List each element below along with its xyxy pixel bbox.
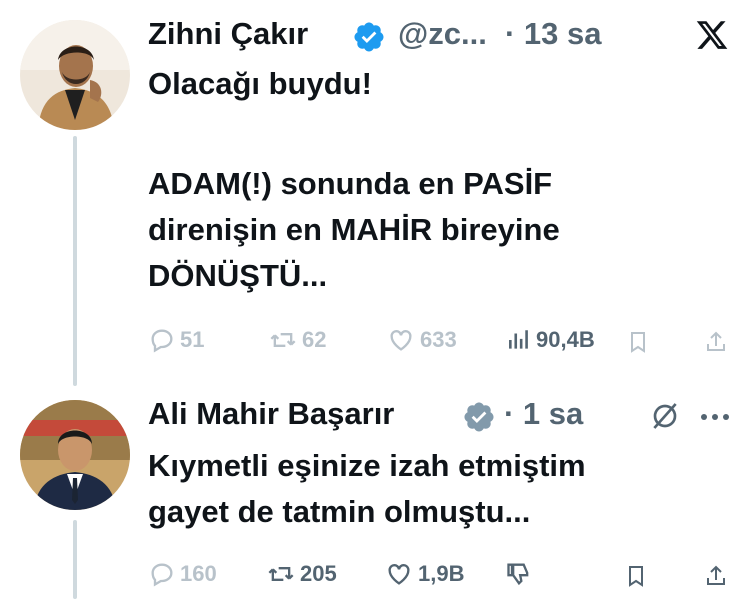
share-icon[interactable]	[704, 562, 728, 595]
author-handle[interactable]: @zc...	[398, 16, 487, 52]
grok-icon[interactable]	[648, 400, 682, 437]
views-button[interactable]: 90,4B	[506, 326, 595, 354]
avatar-zihni[interactable]	[20, 20, 130, 130]
tweet-time[interactable]: · 1 sa	[504, 396, 583, 432]
dislike-icon[interactable]	[504, 560, 534, 593]
verified-badge-icon	[352, 20, 386, 54]
heart-icon	[390, 330, 412, 351]
retweet-icon	[268, 567, 294, 581]
retweet-button[interactable]: 205	[266, 560, 337, 588]
heart-icon	[388, 564, 410, 585]
like-count: 633	[420, 327, 457, 352]
tweet-text-line: DÖNÜŞTÜ...	[148, 258, 328, 293]
tweet-time[interactable]: · 13 sa	[505, 16, 602, 52]
more-icon[interactable]	[698, 410, 732, 428]
like-count: 1,9B	[418, 561, 465, 586]
retweet-count: 62	[302, 327, 327, 352]
tweet-text-line: Kıymetli eşinize izah etmiştim	[148, 448, 586, 483]
like-button[interactable]: 1,9B	[384, 560, 464, 588]
retweet-count: 205	[300, 561, 337, 586]
reply-button[interactable]: 51	[148, 326, 204, 354]
avatar-ali[interactable]	[20, 400, 130, 510]
reply-icon	[151, 329, 173, 353]
x-logo-icon[interactable]	[694, 18, 730, 57]
thread-line-top	[73, 136, 77, 386]
tweet-text-line: ADAM(!) sonunda en PASİF	[148, 166, 553, 201]
reply-count: 51	[180, 327, 205, 352]
tweet-text-line: Olacağı buydu!	[148, 66, 372, 101]
views-icon	[509, 330, 528, 349]
reply-icon	[151, 563, 173, 587]
tweet-text-line: direnişin en MAHİR bireyine	[148, 212, 560, 247]
author-name[interactable]: Zihni Çakır	[148, 16, 308, 52]
like-button[interactable]: 633	[386, 326, 457, 354]
verified-badge-icon	[462, 400, 496, 434]
reply-button[interactable]: 160	[148, 560, 217, 588]
bookmark-icon[interactable]	[624, 562, 648, 595]
retweet-icon	[270, 333, 296, 347]
author-name[interactable]: Ali Mahir Başarır	[148, 396, 394, 432]
view-count: 90,4B	[536, 327, 595, 352]
bookmark-icon[interactable]	[626, 328, 650, 361]
tweet-text-line: gayet de tatmin olmuştu...	[148, 494, 531, 529]
retweet-button[interactable]: 62	[268, 326, 326, 354]
share-icon[interactable]	[704, 328, 728, 361]
thread-line-bottom	[73, 520, 77, 599]
reply-count: 160	[180, 561, 217, 586]
